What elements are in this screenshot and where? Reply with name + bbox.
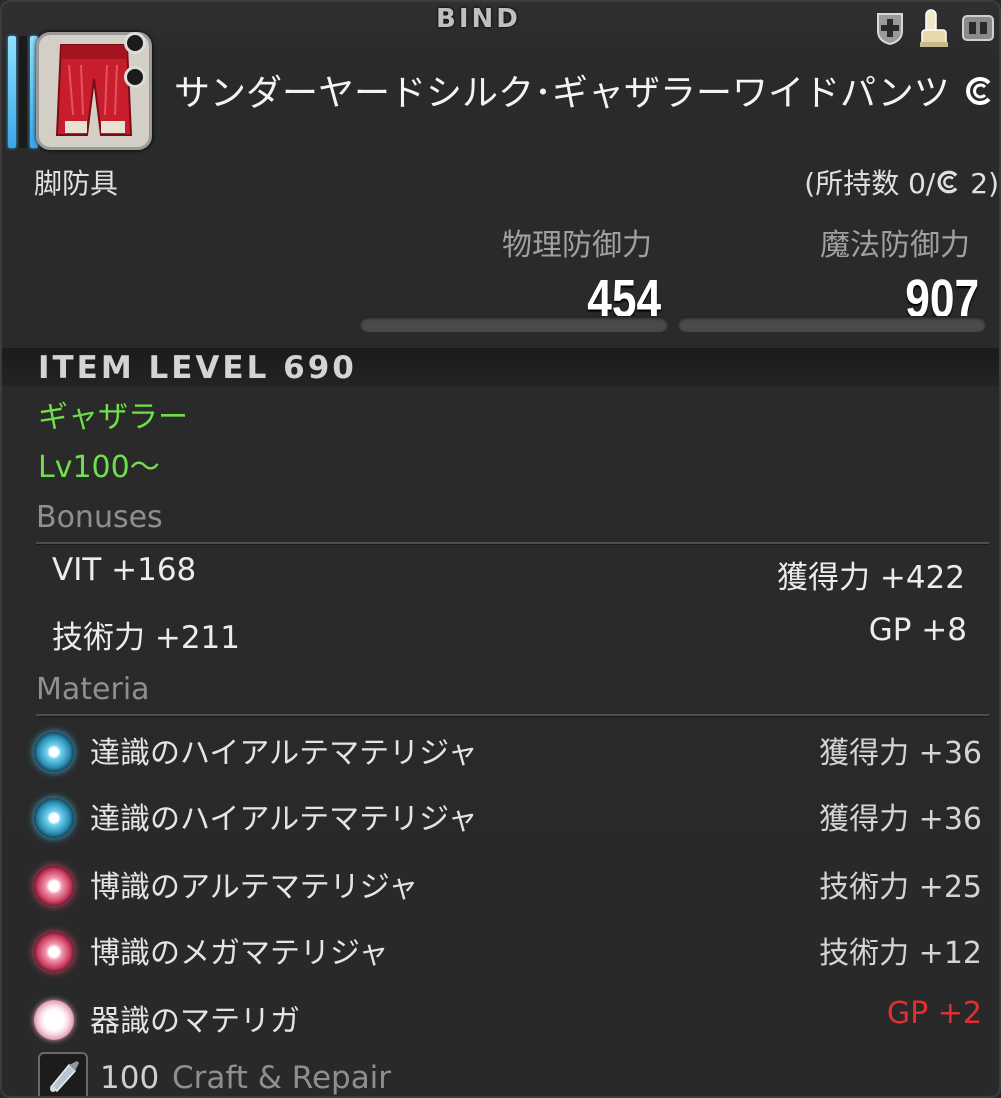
materia-slot[interactable]: 達識のハイアルテマテリジャ 獲得力 +36 (32, 726, 982, 776)
required-level: Lv100～ (38, 450, 160, 485)
pink-materia-icon (34, 1000, 74, 1040)
blue-materia-icon (34, 798, 74, 838)
craft-repair-label: Craft & Repair (172, 1060, 392, 1096)
materia-divider (36, 714, 989, 717)
hq-icon (963, 75, 995, 116)
materia-name: 博識のメガマテリジャ (90, 936, 389, 971)
bonuses-divider (36, 542, 989, 545)
item-level: ITEM LEVEL 690 (38, 350, 357, 386)
glamour-hand-icon[interactable] (917, 8, 951, 48)
magical-defense-bar (678, 316, 986, 332)
materia-bar-empty (19, 36, 27, 148)
item-name-text: サンダーヤードシルク･ギャザラーワイドパンツ (174, 73, 950, 114)
materia-slot[interactable]: 達識のハイアルテマテリジャ 獲得力 +36 (32, 792, 982, 842)
blue-materia-icon (34, 732, 74, 772)
corner-icon-group (873, 8, 995, 48)
materia-name: 達識のハイアルテマテリジャ (90, 802, 478, 837)
bonus-perception: 技術力 +211 (52, 620, 240, 656)
bonus-vit: VIT +168 (52, 552, 197, 588)
materia-heading: Materia (36, 672, 150, 707)
bind-label: BIND (436, 4, 521, 34)
materia-slot[interactable]: 器識のマテリガ GP +2 (32, 994, 982, 1044)
item-category: 脚防具 (34, 167, 119, 200)
materia-stat-capped: GP +2 (886, 996, 982, 1031)
materia-name: 器識のマテリガ (90, 1004, 300, 1039)
item-name: サンダーヤードシルク･ギャザラーワイドパンツ (174, 64, 995, 116)
hq-icon (935, 169, 961, 202)
materia-bar (8, 36, 16, 148)
materia-slot[interactable]: 博識のメガマテリジャ 技術力 +12 (32, 926, 982, 976)
owned-count: (所持数 0/ 2) (804, 162, 999, 202)
equipment-menu-icon[interactable] (961, 8, 995, 48)
materia-stat: 技術力 +25 (819, 870, 982, 905)
socket-dot (124, 66, 146, 88)
item-tooltip: BIND サンダーヤードシルク･ギャザラーワイドパンツ 脚防具 (所持数 0/ … (0, 0, 1001, 1098)
socket-dot (124, 32, 146, 54)
materia-slot-bars (8, 36, 38, 148)
socket-indicator (124, 32, 146, 100)
owned-count-hq: 2) (961, 167, 999, 200)
bonus-gathering: 獲得力 +422 (777, 560, 965, 596)
materia-name: 達識のハイアルテマテリジャ (90, 736, 478, 771)
craft-tool-icon (38, 1052, 88, 1096)
physical-defense-bar (360, 316, 668, 332)
bonus-gp: GP +8 (868, 612, 967, 648)
materia-stat: 獲得力 +36 (819, 802, 982, 837)
magical-defense-label: 魔法防御力 (820, 228, 970, 263)
bonuses-heading: Bonuses (36, 500, 163, 535)
owned-count-text: (所持数 0/ (804, 167, 936, 200)
plus-shield-icon[interactable] (873, 8, 907, 48)
materia-name: 博識のアルテマテリジャ (90, 870, 419, 905)
red-materia-icon (34, 932, 74, 972)
class-job: ギャザラー (38, 400, 188, 435)
materia-stat: 技術力 +12 (819, 936, 982, 971)
materia-slot[interactable]: 博識のアルテマテリジャ 技術力 +25 (32, 860, 982, 910)
physical-defense-label: 物理防御力 (502, 228, 652, 263)
craft-level: 100 (100, 1060, 160, 1096)
materia-stat: 獲得力 +36 (819, 736, 982, 771)
red-materia-icon (34, 866, 74, 906)
